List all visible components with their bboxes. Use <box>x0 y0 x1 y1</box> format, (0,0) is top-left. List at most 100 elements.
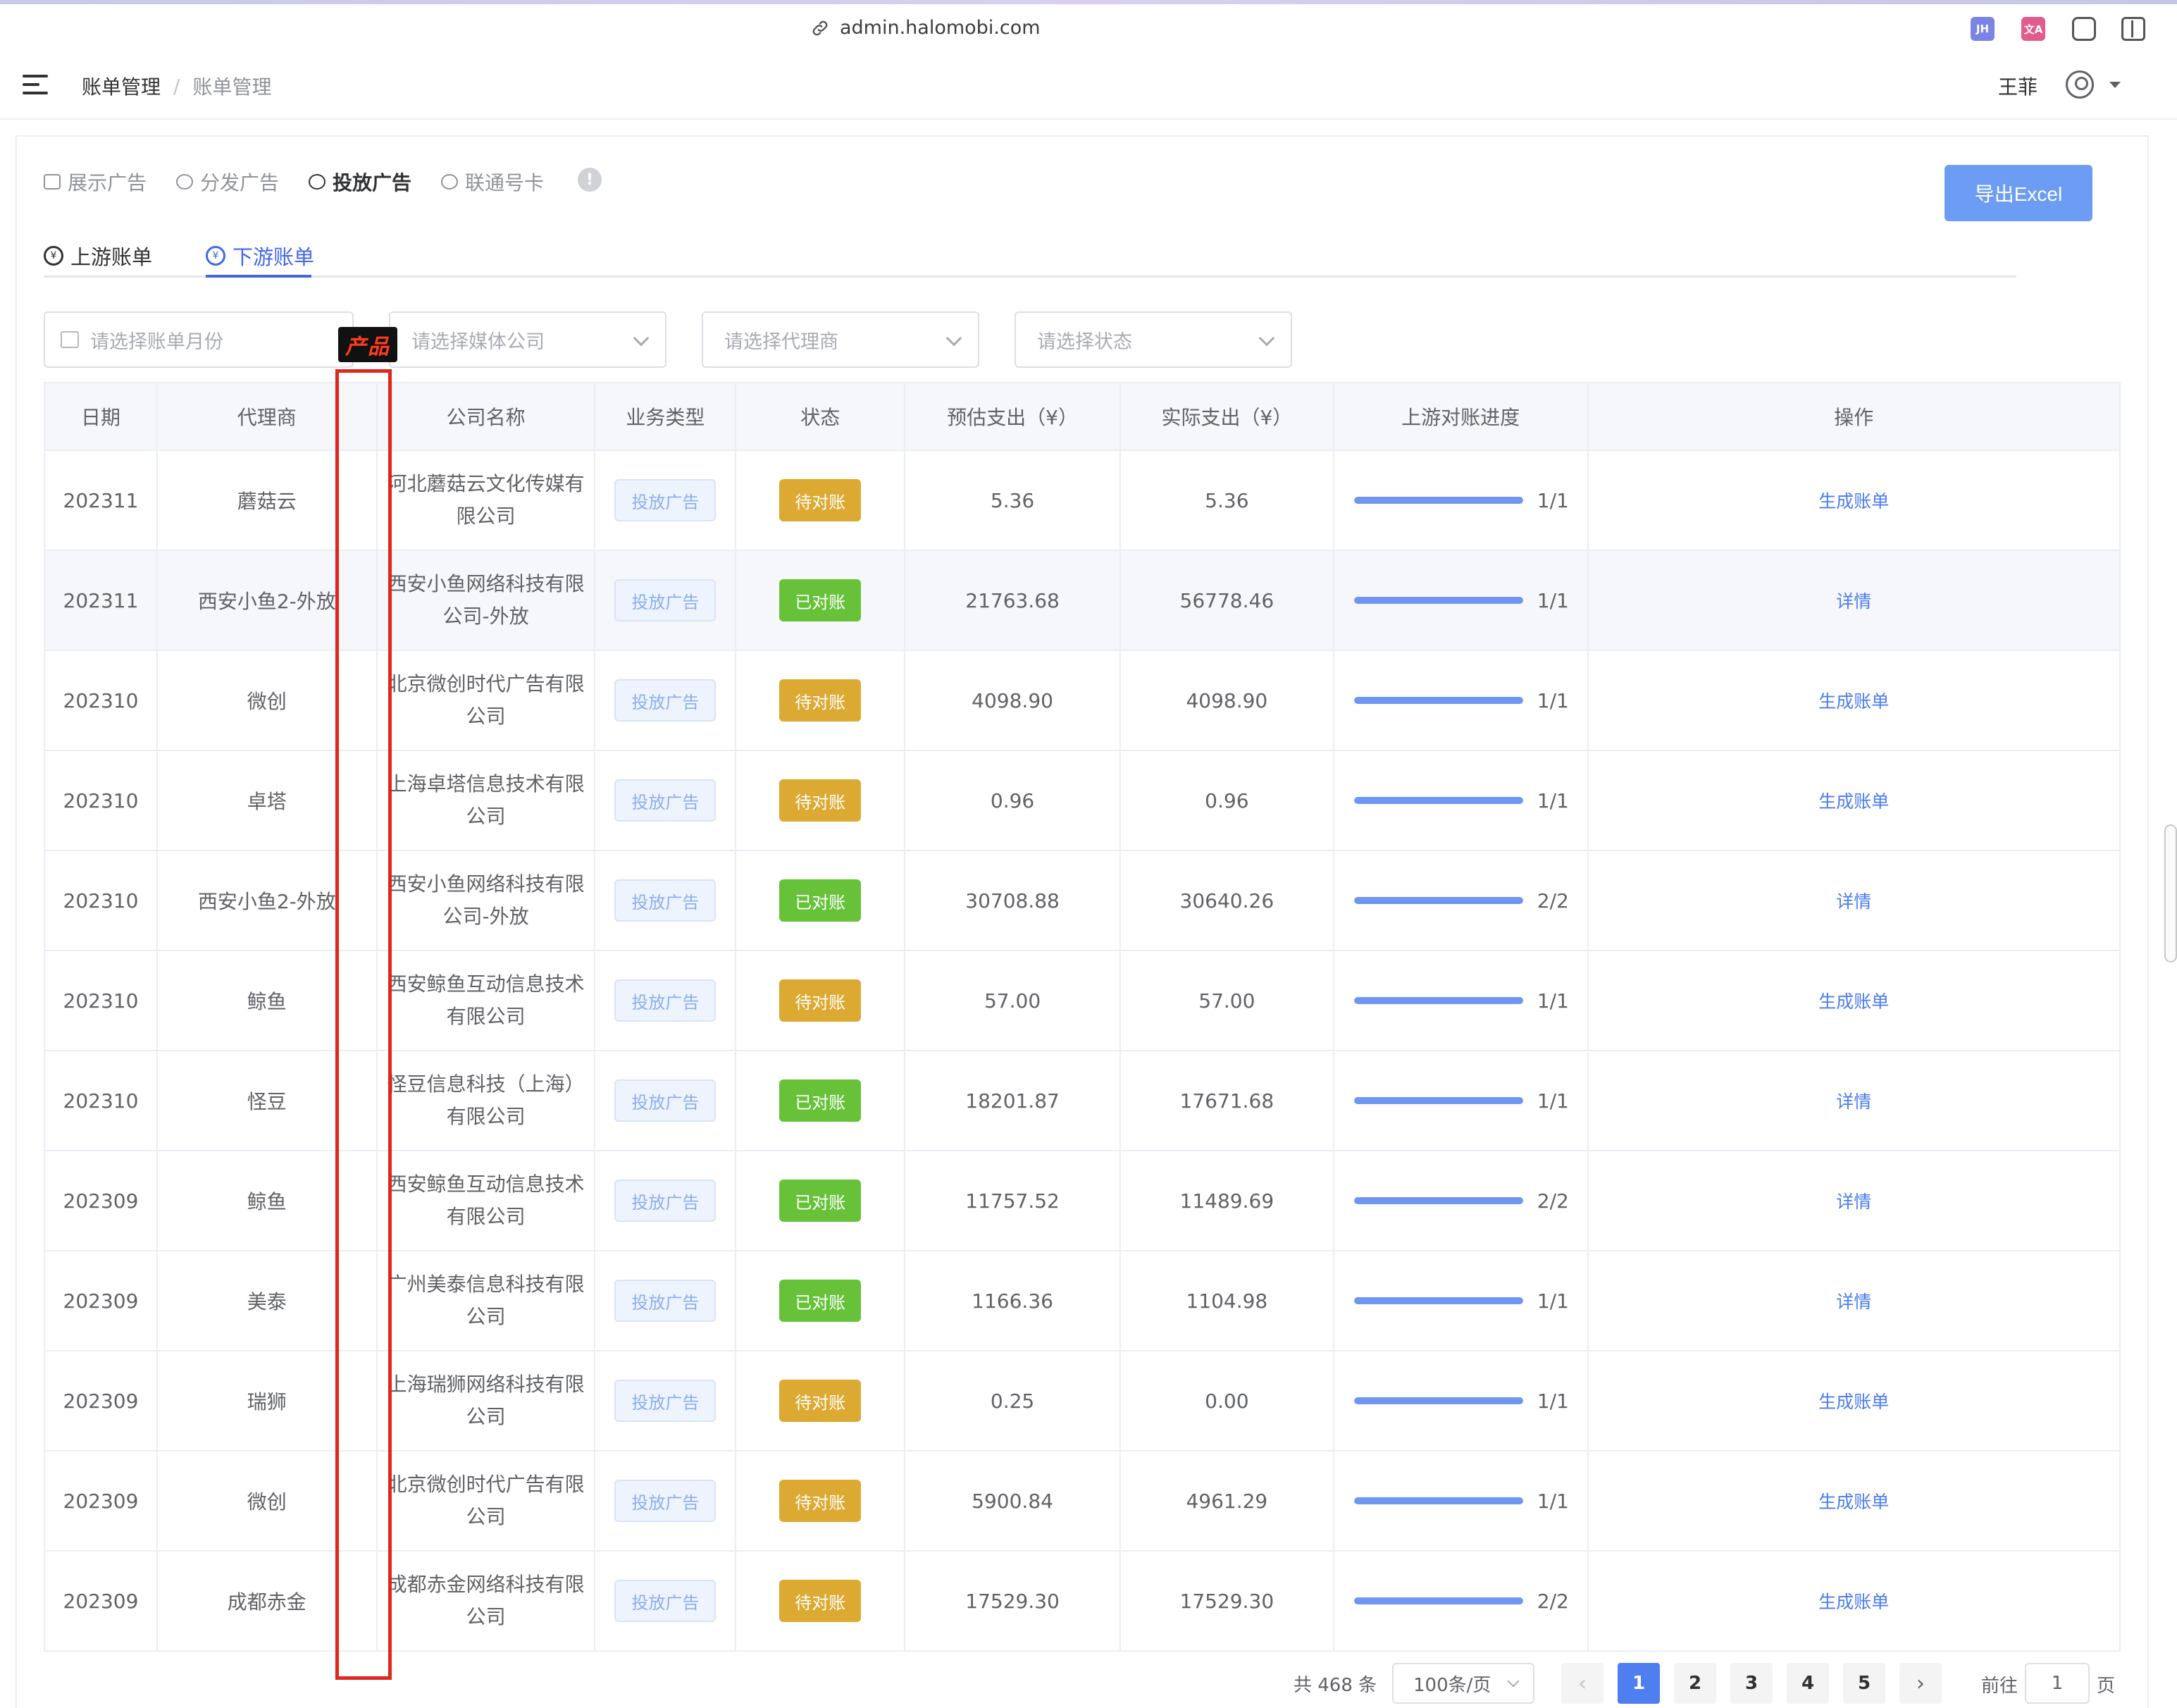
media-company-select[interactable]: 请选择媒体公司 <box>389 311 666 368</box>
app-header: 账单管理 / 账单管理 王菲 <box>0 54 2177 120</box>
cell-status: 待对账 <box>736 651 906 751</box>
tab-placement-ads[interactable]: 投放广告 <box>309 168 411 196</box>
page-button-2[interactable]: 2 <box>1674 1663 1716 1704</box>
chevron-down-icon <box>1507 1675 1520 1688</box>
details-link[interactable]: 详情 <box>1836 888 1871 913</box>
page-scrollbar[interactable] <box>2164 824 2177 963</box>
cell-progress: 2/2 <box>1334 851 1589 951</box>
status-badge: 待对账 <box>779 779 862 822</box>
progress-text: 1/1 <box>1537 1389 1569 1413</box>
cell-company: 西安小鱼网络科技有限公司-外放 <box>377 551 596 651</box>
sidebar-toggle-icon[interactable] <box>2121 17 2145 41</box>
details-link[interactable]: 详情 <box>1836 1088 1871 1113</box>
breadcrumb-item-root[interactable]: 账单管理 <box>82 72 161 100</box>
generate-bill-link[interactable]: 生成账单 <box>1818 788 1889 813</box>
tab-upstream-bill[interactable]: ¥ 上游账单 <box>44 237 152 275</box>
status-badge: 已对账 <box>779 1280 862 1322</box>
cell-status: 待对账 <box>736 1552 906 1652</box>
status-badge: 已对账 <box>779 579 862 621</box>
progress-text: 2/2 <box>1537 889 1569 912</box>
col-business-type: 业务类型 <box>595 383 737 451</box>
annotation-box <box>335 369 392 1680</box>
prev-page-button[interactable]: ‹ <box>1561 1663 1604 1704</box>
generate-bill-link[interactable]: 生成账单 <box>1818 1488 1889 1514</box>
cell-operation: 生成账单 <box>1588 951 2121 1051</box>
media-placeholder: 请选择媒体公司 <box>411 330 545 353</box>
business-type-tag: 投放广告 <box>614 679 717 722</box>
cell-estimated: 11757.52 <box>905 1151 1121 1251</box>
progress-text: 1/1 <box>1537 1089 1569 1113</box>
generate-bill-link[interactable]: 生成账单 <box>1818 1388 1889 1413</box>
progress-text: 2/2 <box>1537 1189 1569 1213</box>
generate-bill-link[interactable]: 生成账单 <box>1818 488 1889 513</box>
business-type-tag: 投放广告 <box>614 1480 717 1522</box>
cell-actual: 0.00 <box>1120 1351 1334 1452</box>
address-bar[interactable]: admin.halomobi.com <box>810 17 1041 39</box>
generate-bill-link[interactable]: 生成账单 <box>1818 988 1889 1013</box>
page-button-3[interactable]: 3 <box>1730 1663 1773 1704</box>
tab-downstream-bill[interactable]: ¥ 下游账单 <box>206 237 314 275</box>
details-link[interactable]: 详情 <box>1836 1288 1871 1313</box>
chevron-down-icon <box>633 330 650 347</box>
info-icon[interactable]: ! <box>578 168 602 192</box>
cell-company: 北京微创时代广告有限公司 <box>377 1452 596 1552</box>
business-type-tag: 投放广告 <box>614 1380 717 1422</box>
user-avatar-icon[interactable] <box>2066 70 2094 99</box>
progress-bar <box>1353 1397 1523 1404</box>
cell-business-type: 投放广告 <box>595 751 737 851</box>
generate-bill-link[interactable]: 生成账单 <box>1818 688 1889 713</box>
status-select[interactable]: 请选择状态 <box>1015 311 1292 368</box>
page-button-5[interactable]: 5 <box>1843 1663 1885 1704</box>
cell-actual: 0.96 <box>1120 751 1334 851</box>
business-type-tag: 投放广告 <box>614 1580 717 1622</box>
jump-suffix: 页 <box>2097 1676 2116 1697</box>
ad-icon <box>44 174 61 190</box>
extensions-icon[interactable] <box>2072 17 2096 41</box>
breadcrumb-separator: / <box>173 74 180 98</box>
generate-bill-link[interactable]: 生成账单 <box>1818 1588 1889 1614</box>
agent-select[interactable]: 请选择代理商 <box>702 311 979 368</box>
translate-extension-icon[interactable]: 文A <box>2021 17 2045 41</box>
progress-bar <box>1353 1597 1523 1604</box>
cell-company: 西安小鱼网络科技有限公司-外放 <box>377 851 596 951</box>
cell-date: 202310 <box>45 651 158 751</box>
tab-unicom-card[interactable]: 联通号卡 <box>441 168 544 196</box>
cell-date: 202309 <box>45 1552 158 1652</box>
cell-estimated: 5900.84 <box>905 1452 1121 1552</box>
menu-fold-icon[interactable] <box>23 75 48 96</box>
cell-estimated: 57.00 <box>905 951 1121 1051</box>
cell-actual: 57.00 <box>1120 951 1334 1051</box>
progress-bar <box>1353 597 1523 604</box>
user-menu-caret-icon[interactable] <box>2109 82 2121 88</box>
cell-business-type: 投放广告 <box>595 1251 737 1351</box>
col-operation: 操作 <box>1588 383 2121 451</box>
page-button-1[interactable]: 1 <box>1618 1663 1660 1704</box>
status-badge: 已对账 <box>779 879 862 922</box>
cell-operation: 生成账单 <box>1588 751 2121 851</box>
progress-bar-fill <box>1353 497 1523 504</box>
tab-distribution-ads[interactable]: 分发广告 <box>176 168 279 196</box>
cell-company: 上海瑞狮网络科技有限公司 <box>377 1351 596 1452</box>
next-page-button[interactable]: › <box>1899 1663 1942 1704</box>
extension-jh-icon[interactable]: JH <box>1971 17 1995 41</box>
cell-company: 西安鲸鱼互动信息技术有限公司 <box>377 951 596 1051</box>
jump-page-input[interactable]: 1 <box>2025 1663 2090 1704</box>
page-size-select[interactable]: 100条/页 <box>1392 1663 1534 1704</box>
cell-estimated: 5.36 <box>905 451 1121 551</box>
bill-month-picker[interactable]: 请选择账单月份 <box>44 311 354 368</box>
progress-bar-fill <box>1353 1297 1523 1304</box>
progress-bar <box>1353 497 1523 504</box>
export-excel-button[interactable]: 导出Excel <box>1945 165 2092 221</box>
details-link[interactable]: 详情 <box>1836 1188 1871 1213</box>
cell-date: 202309 <box>45 1452 158 1552</box>
details-link[interactable]: 详情 <box>1836 588 1871 613</box>
annotation-label: 产品 <box>338 327 397 362</box>
page-button-4[interactable]: 4 <box>1787 1663 1829 1704</box>
business-type-tag: 投放广告 <box>614 1180 717 1222</box>
cell-progress: 1/1 <box>1334 1251 1589 1351</box>
tab-display-ads[interactable]: 展示广告 <box>44 168 147 196</box>
tab-label: 分发广告 <box>200 171 280 194</box>
link-icon <box>812 20 828 35</box>
cell-business-type: 投放广告 <box>595 951 737 1051</box>
cell-actual: 30640.26 <box>1120 851 1334 951</box>
